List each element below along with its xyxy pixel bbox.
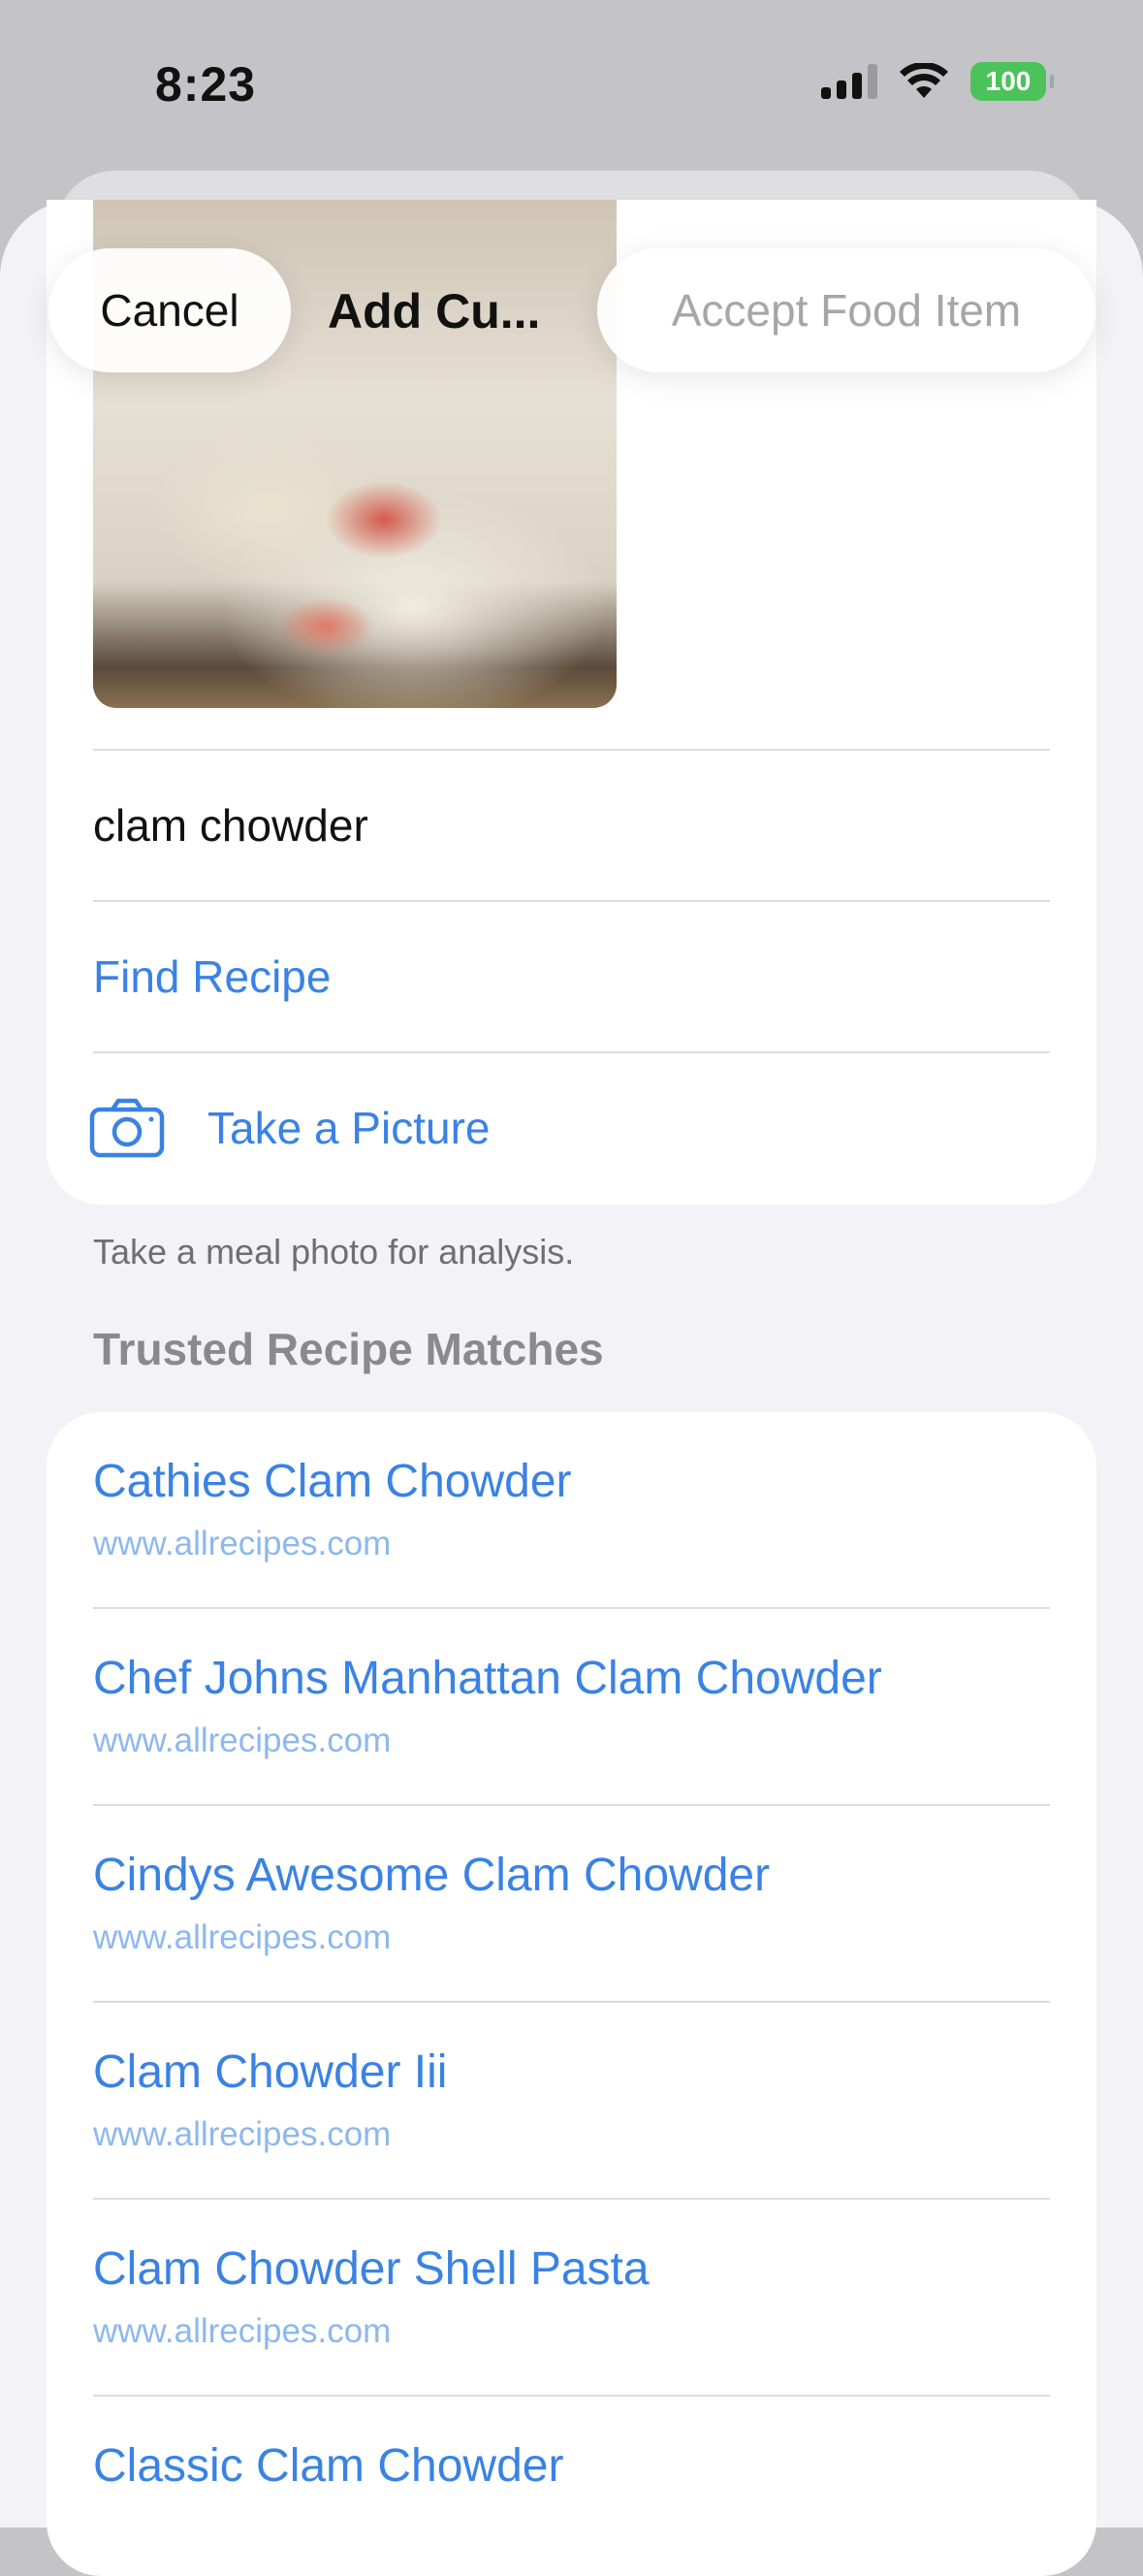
status-time: 8:23 bbox=[155, 57, 257, 112]
food-name-value: clam chowder bbox=[93, 800, 368, 851]
recipe-item[interactable]: Clam Chowder Iii www.allrecipes.com bbox=[93, 2003, 1050, 2200]
recipe-source: www.allrecipes.com bbox=[93, 1722, 392, 1759]
accept-food-item-button[interactable]: Accept Food Item bbox=[597, 248, 1095, 372]
recipe-title: Cindys Awesome Clam Chowder bbox=[93, 1850, 771, 1901]
status-icons: 100 bbox=[821, 62, 1054, 101]
page-title: Add Cu... bbox=[328, 284, 541, 338]
recipe-matches-card: Cathies Clam Chowder www.allrecipes.com … bbox=[47, 1412, 1096, 2576]
recipe-title: Clam Chowder Iii bbox=[93, 2046, 448, 2098]
recipe-item[interactable]: Cindys Awesome Clam Chowder www.allrecip… bbox=[93, 1806, 1050, 2003]
status-bar: 8:23 100 bbox=[0, 0, 1143, 165]
recipe-source: www.allrecipes.com bbox=[93, 2115, 392, 2153]
trusted-recipes-header: Trusted Recipe Matches bbox=[93, 1324, 604, 1374]
food-name-field[interactable]: clam chowder bbox=[93, 749, 1050, 900]
battery-icon: 100 bbox=[970, 62, 1054, 101]
wifi-icon bbox=[900, 63, 948, 98]
camera-icon bbox=[89, 1098, 165, 1158]
recipe-source: www.allrecipes.com bbox=[93, 1525, 392, 1562]
find-recipe-label: Find Recipe bbox=[93, 951, 332, 1002]
recipe-title: Cathies Clam Chowder bbox=[93, 1456, 572, 1507]
recipe-source: www.allrecipes.com bbox=[93, 2312, 392, 2350]
recipe-item[interactable]: Classic Clam Chowder bbox=[93, 2397, 1050, 2576]
recipe-title: Chef Johns Manhattan Clam Chowder bbox=[93, 1653, 882, 1704]
recipe-item[interactable]: Clam Chowder Shell Pasta www.allrecipes.… bbox=[93, 2200, 1050, 2397]
recipe-item[interactable]: Chef Johns Manhattan Clam Chowder www.al… bbox=[93, 1609, 1050, 1806]
take-picture-label: Take a Picture bbox=[207, 1103, 491, 1153]
recipe-title: Classic Clam Chowder bbox=[93, 2440, 564, 2492]
recipe-source: www.allrecipes.com bbox=[93, 1918, 392, 1956]
cellular-signal-icon bbox=[821, 64, 877, 99]
find-recipe-button[interactable]: Find Recipe bbox=[93, 900, 1050, 1051]
recipe-item[interactable]: Cathies Clam Chowder www.allrecipes.com bbox=[93, 1412, 1050, 1609]
add-food-sheet: clam chowder Find Recipe Take a Picture … bbox=[0, 200, 1143, 2576]
cancel-button[interactable]: Cancel bbox=[48, 248, 291, 372]
photo-footer-note: Take a meal photo for analysis. bbox=[93, 1232, 575, 1272]
recipe-title: Clam Chowder Shell Pasta bbox=[93, 2243, 650, 2295]
take-picture-button[interactable]: Take a Picture bbox=[89, 1051, 1050, 1203]
